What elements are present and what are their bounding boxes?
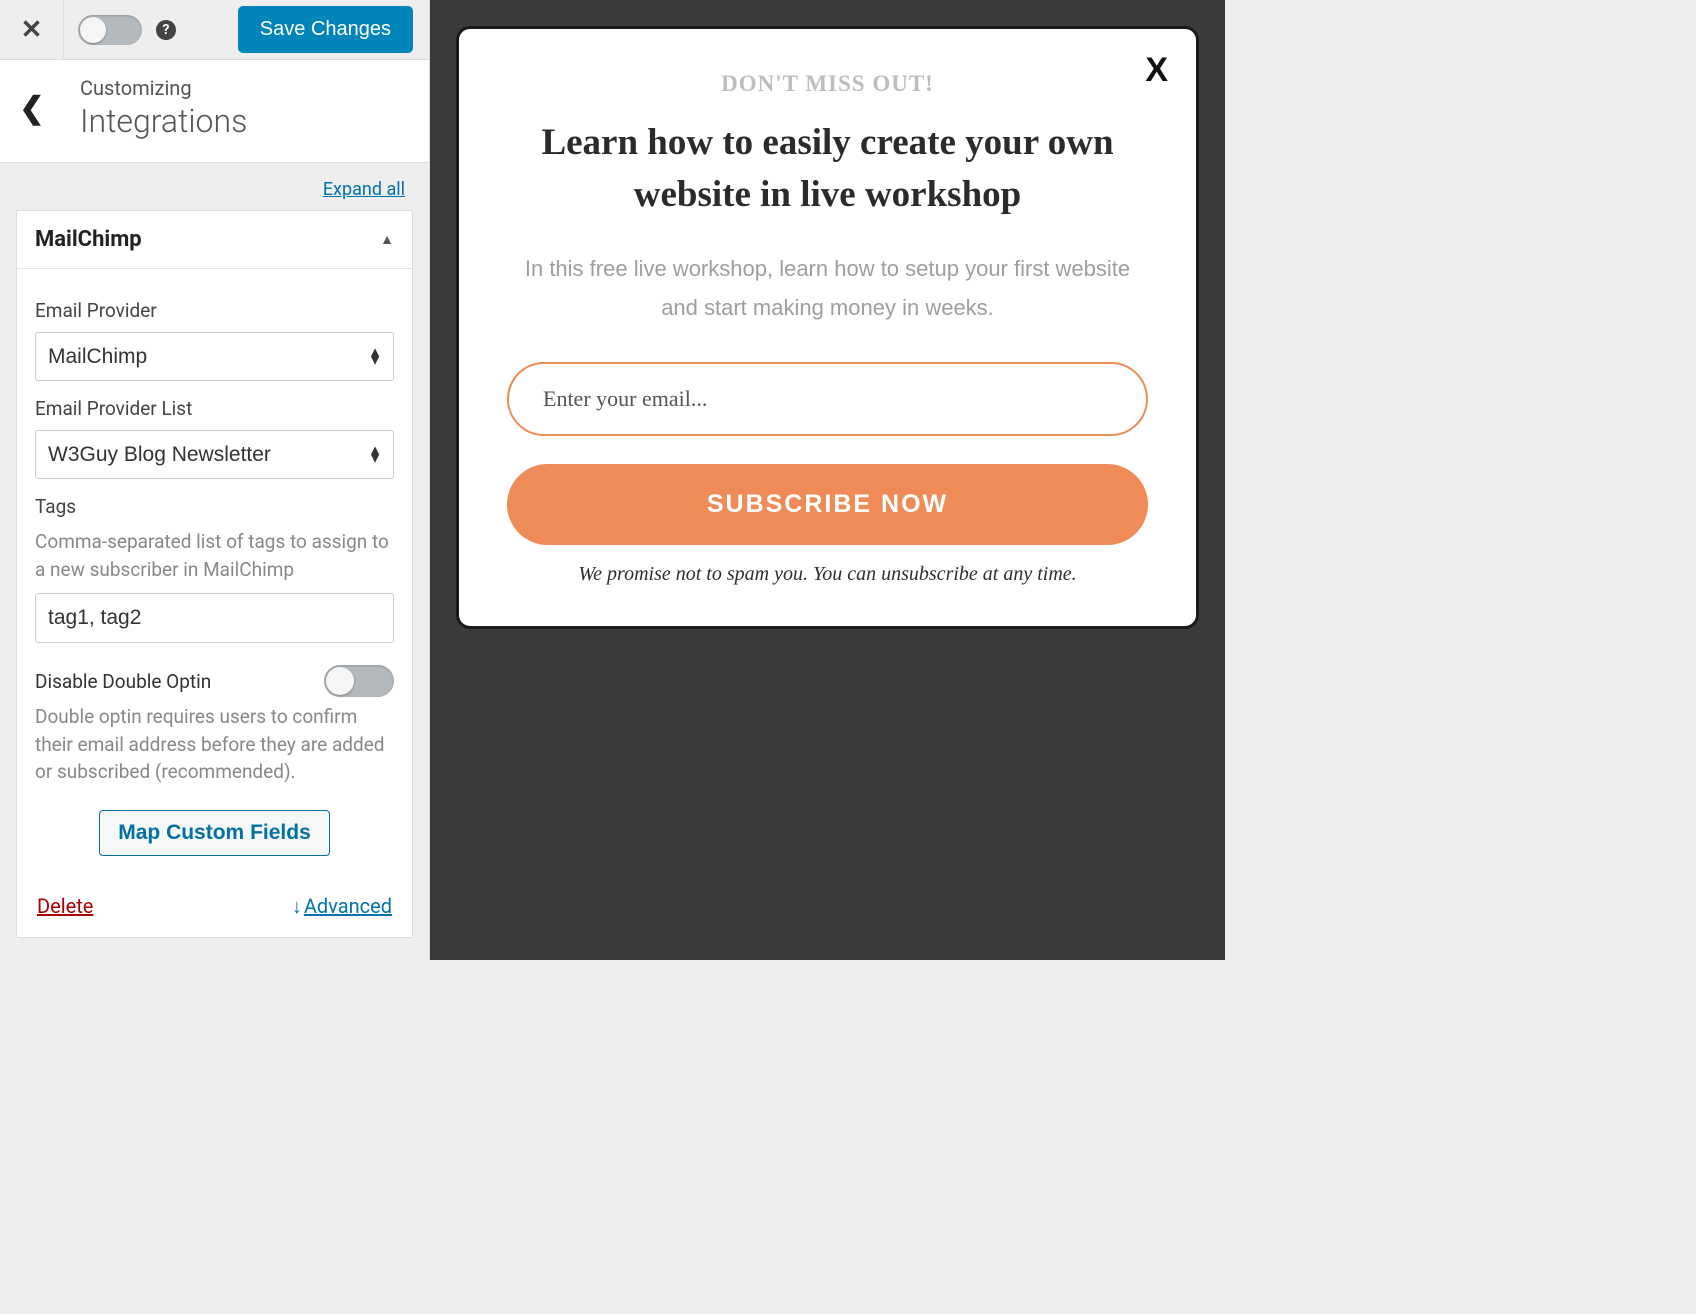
delete-link[interactable]: Delete [37, 894, 93, 919]
expand-all-row: Expand all [0, 163, 429, 210]
section-titles: Customizing Integrations [64, 76, 247, 140]
tags-input[interactable] [35, 593, 394, 643]
customizer-sidebar: ✕ ? Save Changes ❮ Customizing Integrati… [0, 0, 430, 960]
optin-popup: X DON'T MISS OUT! Learn how to easily cr… [456, 26, 1199, 629]
popup-subtext: In this free live workshop, learn how to… [507, 249, 1148, 328]
popup-headline: Learn how to easily create your own webs… [507, 117, 1148, 221]
popup-kicker: DON'T MISS OUT! [507, 71, 1148, 97]
collapse-icon: ▲ [380, 231, 394, 248]
double-optin-help: Double optin requires users to confirm t… [35, 703, 394, 786]
close-customizer-cell: ✕ [0, 0, 64, 59]
preview-toggle-wrap: ? [64, 15, 238, 45]
provider-select[interactable]: MailChimp [35, 332, 394, 381]
accordion-header[interactable]: MailChimp ▲ [17, 211, 412, 269]
popup-subscribe-button[interactable]: SUBSCRIBE NOW [507, 464, 1148, 545]
breadcrumb: Customizing [80, 76, 247, 100]
provider-label: Email Provider [35, 299, 394, 322]
popup-fineprint: We promise not to spam you. You can unsu… [507, 563, 1148, 586]
expand-all-link[interactable]: Expand all [323, 179, 405, 200]
double-optin-row: Disable Double Optin [35, 665, 394, 697]
advanced-link[interactable]: Advanced [304, 894, 392, 918]
close-icon[interactable]: ✕ [21, 15, 43, 45]
accordion-title: MailChimp [35, 227, 142, 252]
double-optin-toggle[interactable] [324, 665, 394, 697]
list-select-wrap: W3Guy Blog Newsletter ▲▼ [35, 430, 394, 479]
preview-toggle[interactable] [78, 15, 142, 45]
customizer-topbar: ✕ ? Save Changes [0, 0, 429, 60]
map-custom-fields-button[interactable]: Map Custom Fields [99, 810, 330, 856]
advanced-wrap: ↓Advanced [292, 894, 392, 919]
back-cell: ❮ [0, 91, 64, 126]
help-icon[interactable]: ? [156, 20, 176, 40]
tags-help: Comma-separated list of tags to assign t… [35, 528, 394, 583]
provider-select-wrap: MailChimp ▲▼ [35, 332, 394, 381]
accordion-body: Email Provider MailChimp ▲▼ Email Provid… [17, 269, 412, 876]
save-button[interactable]: Save Changes [238, 6, 413, 53]
section-header: ❮ Customizing Integrations [0, 60, 429, 163]
integration-card: MailChimp ▲ Email Provider MailChimp ▲▼ … [16, 210, 413, 938]
popup-email-input[interactable] [507, 362, 1148, 436]
double-optin-label: Disable Double Optin [35, 670, 211, 693]
down-arrow-icon: ↓ [292, 894, 302, 918]
toggle-knob [80, 17, 106, 43]
tags-label: Tags [35, 495, 394, 518]
card-footer: Delete ↓Advanced [17, 876, 412, 937]
live-preview-area: X DON'T MISS OUT! Learn how to easily cr… [430, 0, 1225, 960]
list-select[interactable]: W3Guy Blog Newsletter [35, 430, 394, 479]
toggle-knob [326, 667, 354, 695]
popup-close-icon[interactable]: X [1145, 51, 1168, 90]
back-icon[interactable]: ❮ [19, 91, 44, 126]
page-title: Integrations [80, 102, 247, 140]
list-label: Email Provider List [35, 397, 394, 420]
